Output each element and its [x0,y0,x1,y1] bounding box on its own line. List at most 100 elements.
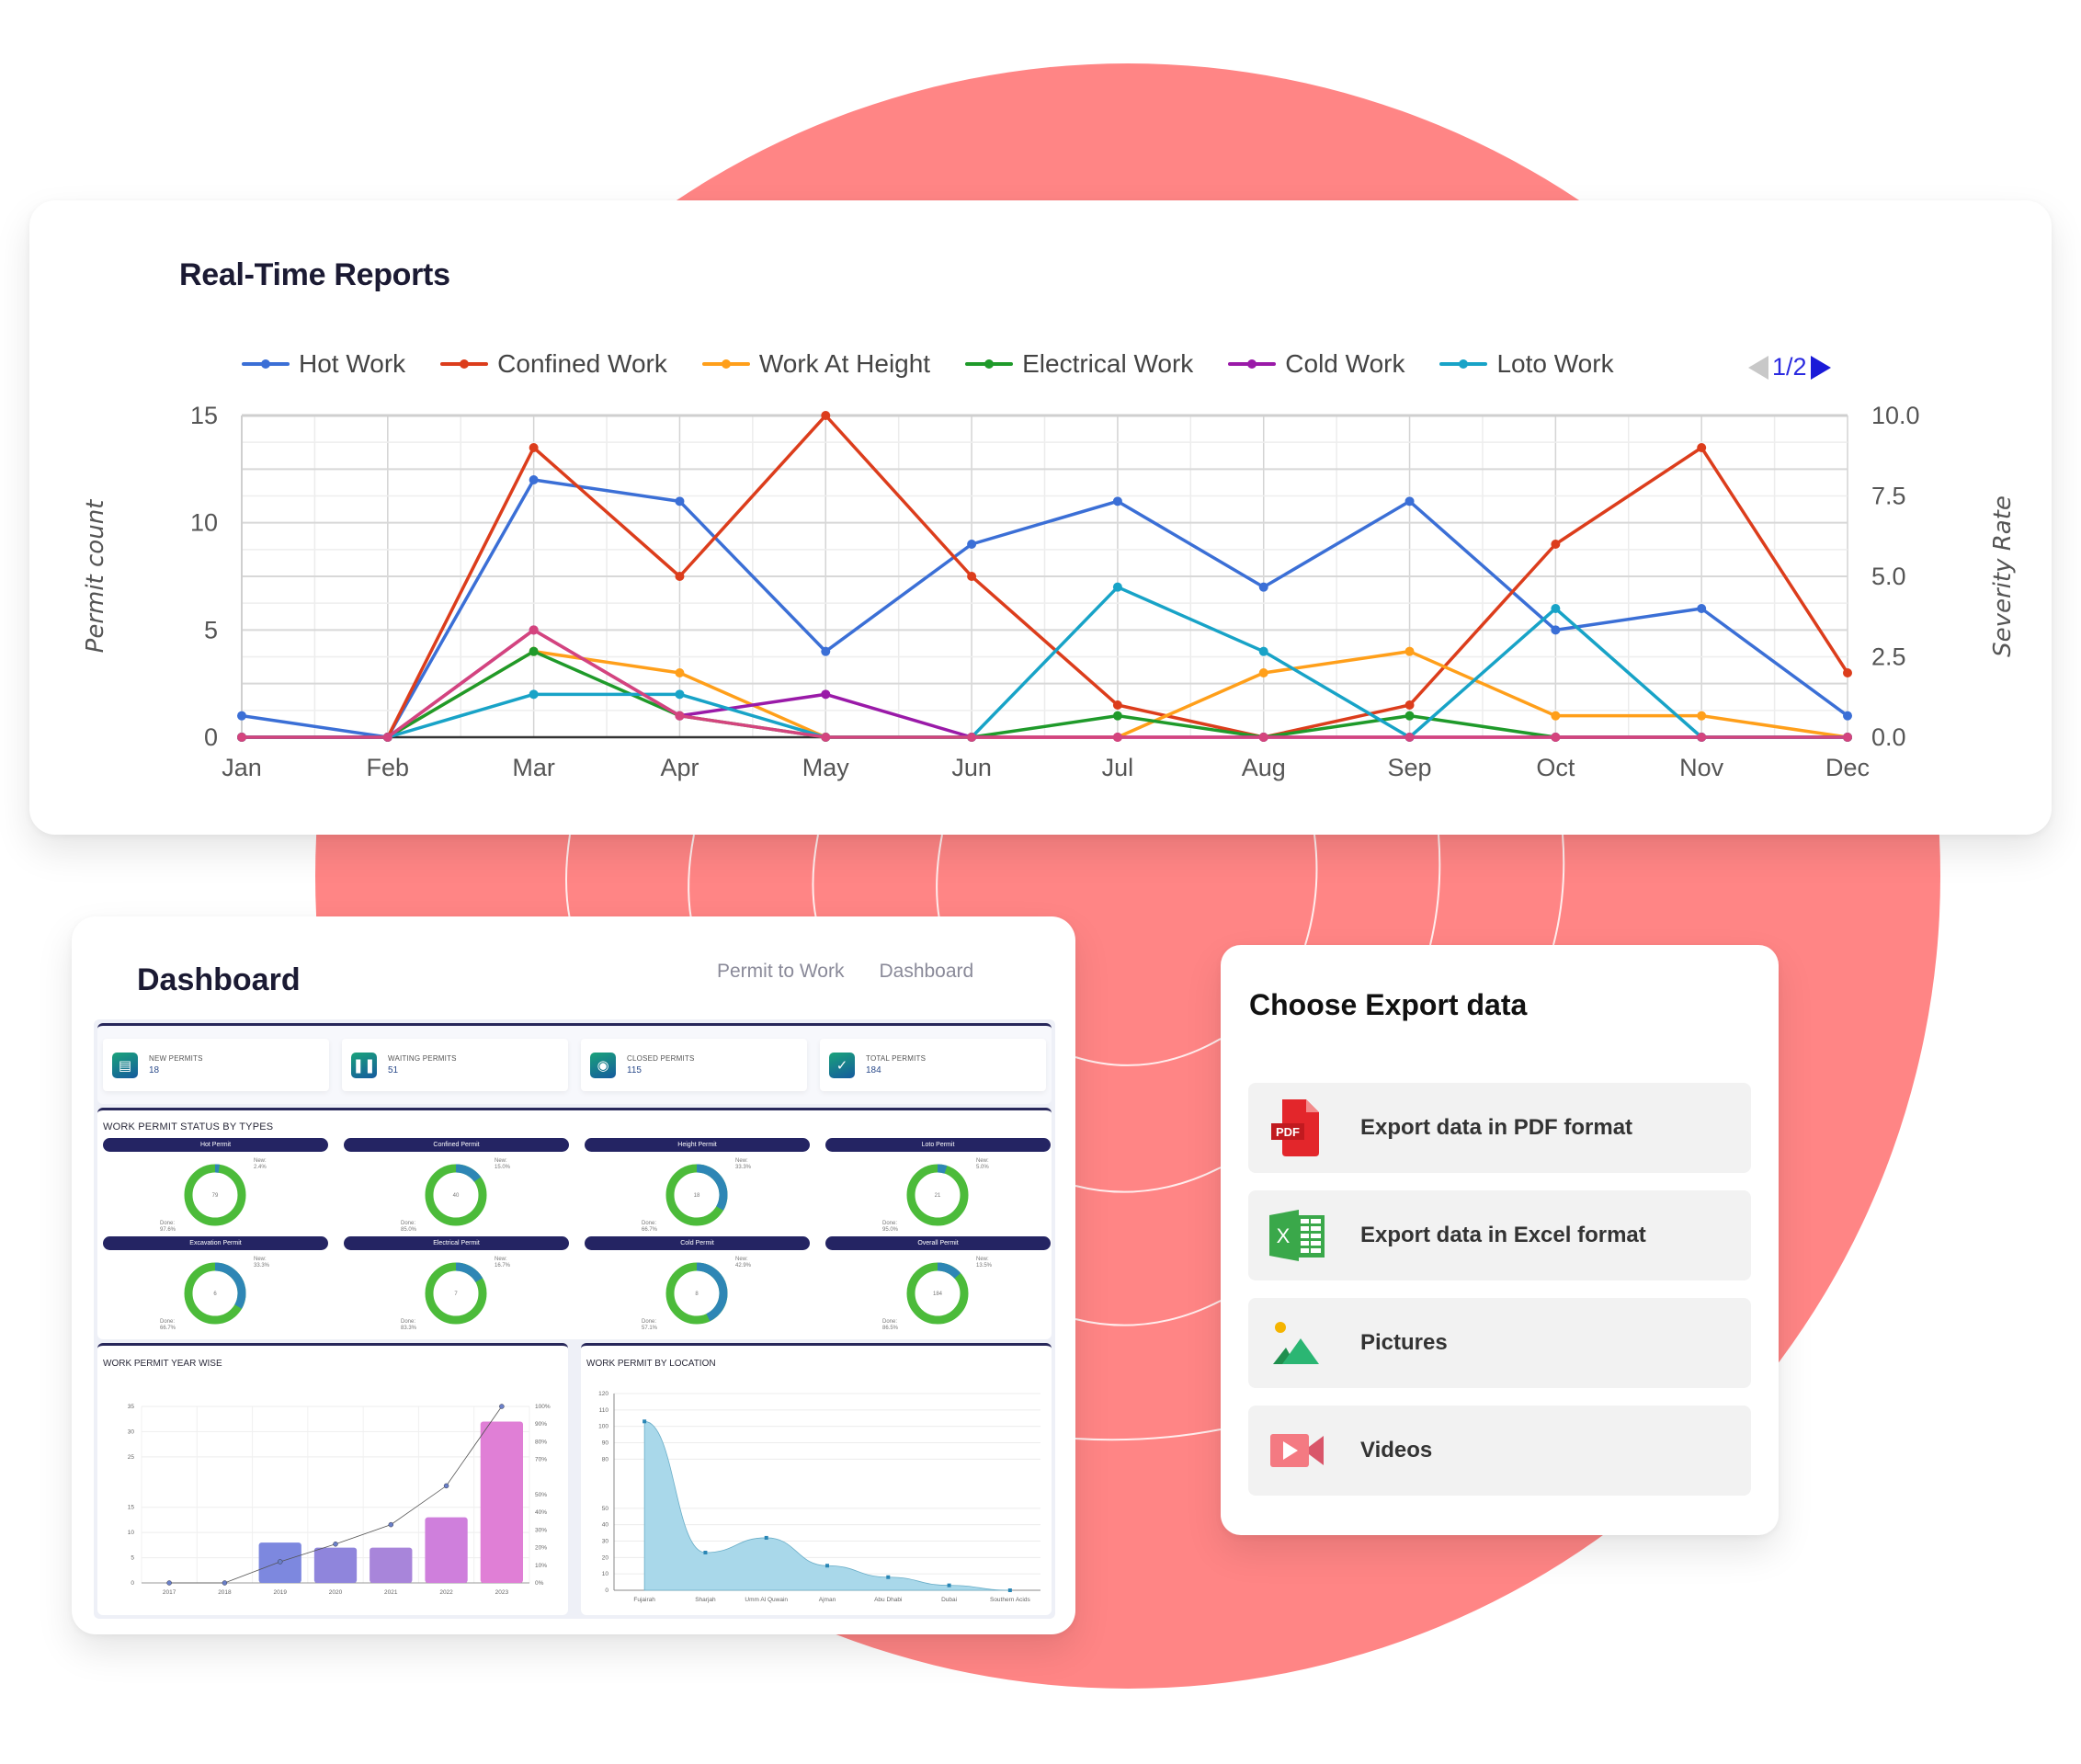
donut-total: 40 [453,1193,460,1199]
donut-electrical-permit: Electrical Permit 7 New: 16.7% Done: 83.3% [344,1236,569,1332]
stat-value: 184 [866,1065,881,1075]
donut-done-value: 83.3% [401,1326,417,1331]
donut-done-label: Done: [401,1319,415,1325]
x-tick-label: Dubai [941,1597,957,1603]
y-tick-label: 20 [602,1554,609,1561]
donut-excavation-permit: Excavation Permit 6 New: 33.3% Done: 66.7% [103,1236,328,1332]
y2-tick-label: 10.0 [1871,402,1920,429]
donut-total: 184 [933,1292,943,1297]
x-tick-label: Mar [512,754,555,781]
donut-done-label: Done: [642,1221,656,1226]
cumulative-point [388,1521,394,1528]
y-tick-label: 110 [599,1407,609,1414]
export-title: Choose Export data [1249,988,1528,1021]
stat-label: WAITING PERMITS [388,1054,457,1063]
x-tick-label: May [802,754,850,781]
x-tick-label: Oct [1536,754,1575,781]
data-point [1404,646,1415,656]
data-point [1112,496,1122,506]
donut-done-label: Done: [642,1319,656,1325]
y2-tick-label: 2.5 [1871,643,1906,671]
breadcrumb: Permit to Work Dashboard [717,961,973,983]
export-videos-button[interactable]: Videos [1248,1406,1751,1496]
donut-new-value: 33.3% [254,1263,270,1269]
y2-tick-label: 80% [535,1439,547,1445]
donut-confined-permit: Confined Permit 40 New: 15.0% Done: 85.0% [344,1138,569,1234]
breadcrumb-permit-to-work[interactable]: Permit to Work [717,961,844,983]
data-point [1258,668,1268,677]
export-excel-label: Export data in Excel format [1360,1223,1646,1247]
data-point [1697,443,1707,452]
donut-overall-permit: Overall Permit 184 New: 13.5% Done: 86.5% [825,1236,1051,1332]
stat-new-permits[interactable]: ▤ NEW PERMITS 18 [103,1039,329,1091]
y-tick-label: 0 [131,1580,134,1587]
data-point [821,689,831,700]
donut-new-label: New: [495,1257,507,1262]
donut-header: Electrical Permit [344,1236,569,1250]
export-pdf-label: Export data in PDF format [1360,1115,1633,1140]
x-tick-label: Fujairah [633,1597,655,1603]
donut-chart: 184 New:13.5% Done:86.5% [882,1257,993,1331]
data-point [1551,604,1561,613]
y-tick-label: 10 [602,1571,609,1577]
donut-done-label: Done: [882,1221,897,1226]
donut-header: Overall Permit [825,1236,1051,1250]
donut-new-label: New: [735,1158,748,1164]
donut-header: Height Permit [585,1138,810,1152]
data-point [237,711,246,721]
video-icon [1265,1418,1329,1483]
data-point [1843,668,1852,677]
export-pdf-button[interactable]: PDF Export data in PDF format [1248,1083,1751,1173]
y2-tick-label: 0% [535,1580,544,1587]
real-time-reports-card: Real-Time Reports Hot Work Confined Work W… [29,200,2052,835]
x-tick-label: Abu Dhabi [874,1597,902,1603]
donut-header: Confined Permit [344,1138,569,1152]
check-circle-icon: ✓ [829,1052,855,1078]
x-tick-label: Apr [660,754,699,781]
data-point [1404,711,1415,721]
cumulative-point [333,1542,338,1547]
data-point [821,411,831,420]
donut-header: Cold Permit [585,1236,810,1250]
status-by-types-panel: WORK PERMIT STATUS BY TYPES Hot Permit 79… [97,1108,1052,1339]
donut-new-value: 5.0% [976,1165,989,1170]
y2-tick-label: 30% [535,1527,547,1533]
donut-done-value: 57.1% [642,1326,658,1331]
data-point [1258,646,1268,656]
y-tick-label: 0 [204,723,218,751]
export-pictures-button[interactable]: Pictures [1248,1298,1751,1388]
data-point [529,443,539,452]
donut-done-label: Done: [160,1221,175,1226]
donut-total: 79 [212,1193,219,1199]
data-point [1697,604,1707,613]
data-point [529,689,539,700]
stat-total-permits[interactable]: ✓ TOTAL PERMITS 184 [820,1039,1046,1091]
data-point [967,733,977,742]
y-tick-label: 15 [190,402,218,429]
y-tick-label: 40 [602,1522,609,1529]
data-point [821,733,831,742]
donut-header: Excavation Permit [103,1236,328,1250]
y-axis-title: Permit count [82,499,109,654]
cumulative-point [277,1559,283,1565]
export-pictures-label: Pictures [1360,1330,1448,1355]
data-point [1112,733,1122,742]
donut-new-label: New: [254,1158,267,1164]
dashboard-title: Dashboard [137,962,301,997]
donut-header: Loto Permit [825,1138,1051,1152]
donut-total: 7 [454,1292,458,1297]
export-excel-button[interactable]: X Export data in Excel format [1248,1190,1751,1280]
data-point [947,1583,951,1588]
stat-closed-permits[interactable]: ◉ CLOSED PERMITS 115 [581,1039,807,1091]
breadcrumb-dashboard[interactable]: Dashboard [879,961,973,983]
stat-value: 51 [388,1065,399,1075]
donut-done-value: 95.0% [882,1227,899,1233]
data-point [1112,700,1122,710]
data-point [1551,625,1561,635]
stat-waiting-permits[interactable]: ❚❚ WAITING PERMITS 51 [342,1039,568,1091]
donut-new-label: New: [976,1257,989,1262]
x-tick-label: 2022 [439,1589,453,1596]
donut-new-label: New: [254,1257,267,1262]
x-tick-label: Nov [1679,754,1724,781]
data-point [237,733,246,742]
